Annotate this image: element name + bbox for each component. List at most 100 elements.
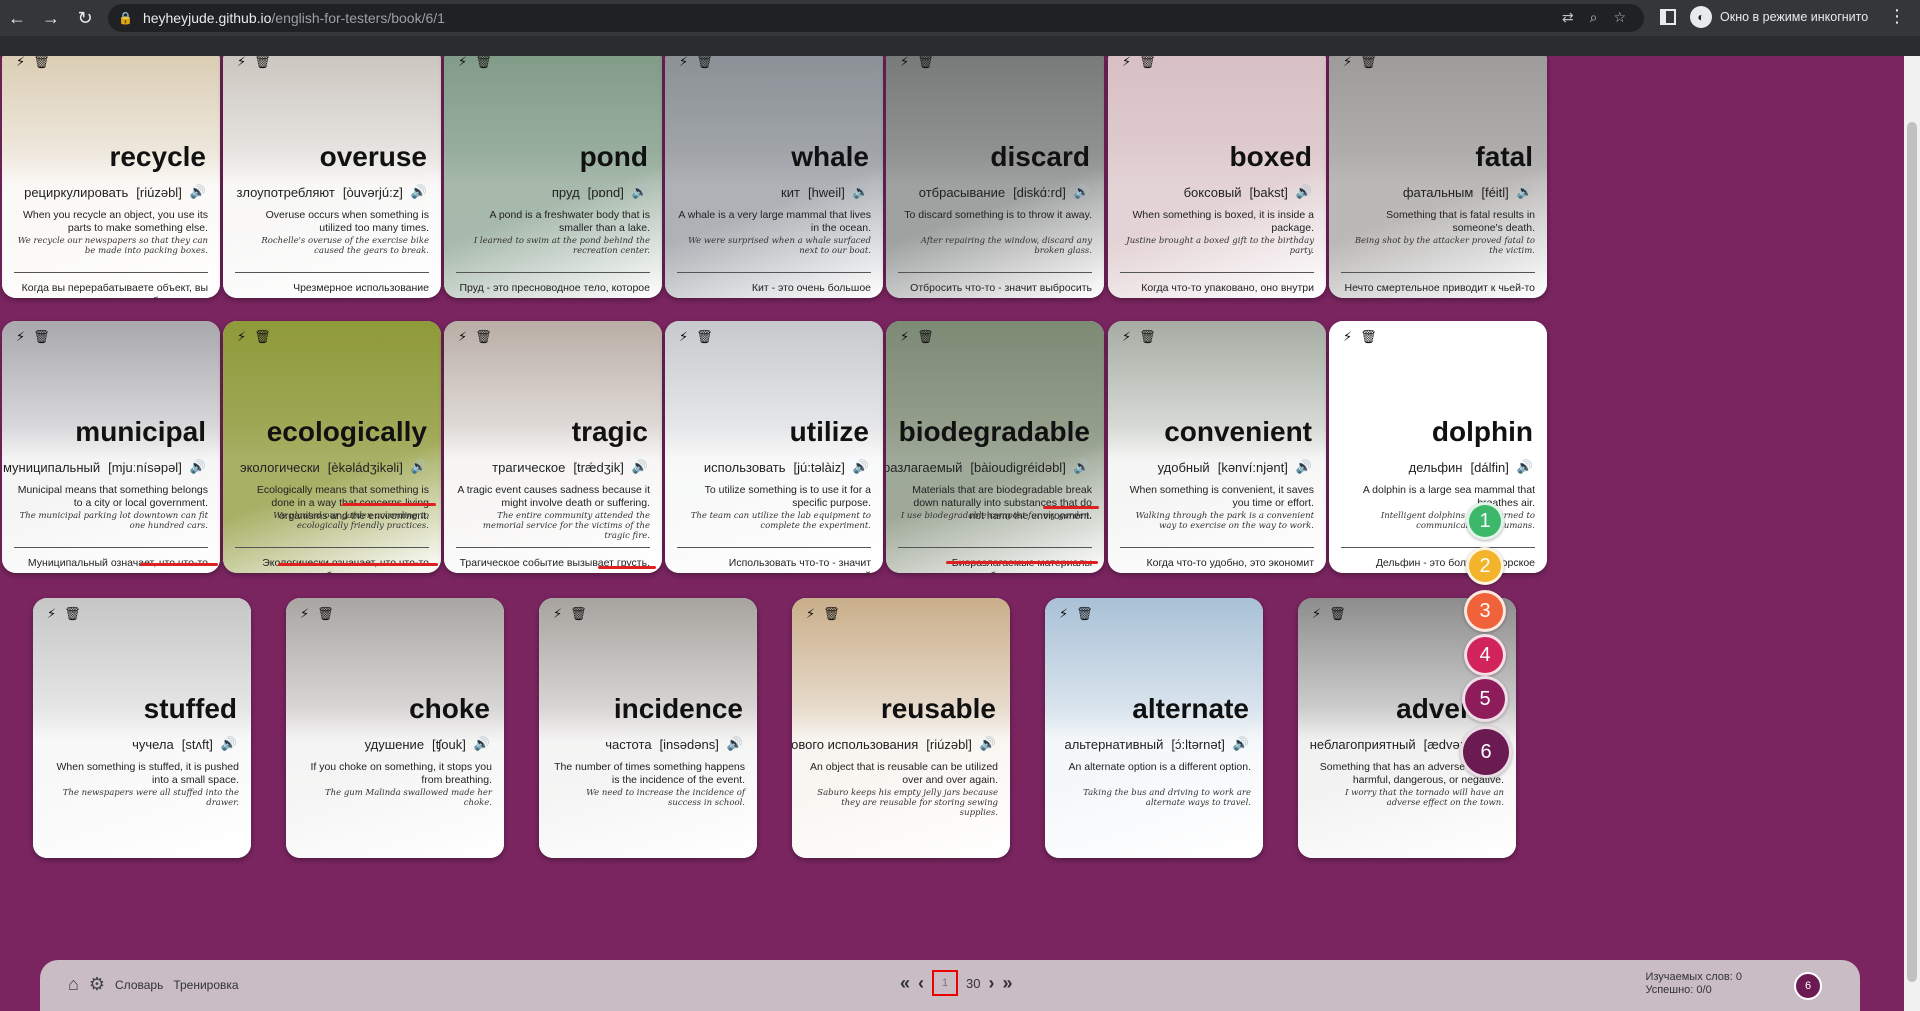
lightning-icon[interactable]: ⚡	[553, 606, 562, 622]
lightning-icon[interactable]: ⚡	[1343, 56, 1352, 70]
lightning-icon[interactable]: ⚡	[1122, 56, 1131, 70]
reload-icon[interactable]: ↻	[68, 0, 102, 36]
lightning-icon[interactable]: ⚡	[47, 606, 56, 622]
speaker-icon[interactable]: 🔊	[474, 736, 490, 752]
speaker-icon[interactable]: 🔊	[632, 459, 648, 475]
lightning-icon[interactable]: ⚡	[1059, 606, 1068, 622]
back-icon[interactable]: ←	[0, 0, 34, 36]
speaker-icon[interactable]: 🔊	[1074, 459, 1090, 475]
next-page-icon[interactable]: ›	[988, 973, 994, 994]
speaker-icon[interactable]: 🔊	[1517, 459, 1533, 475]
word-card[interactable]: ⚡ 🗑 choke удушение [ʧouk] 🔊 If you choke on so…	[286, 598, 504, 858]
word-card[interactable]: ⚡ 🗑 discard отбрасывание [diskɑ́:rd] 🔊 To disc…	[886, 56, 1104, 298]
speaker-icon[interactable]: 🔊	[853, 459, 869, 475]
level-badge[interactable]: 6	[1794, 972, 1822, 1000]
word-card[interactable]: ⚡ 🗑 whale кит [hweil] 🔊 A whale is a very larg…	[665, 56, 883, 298]
word-card[interactable]: ⚡ 🗑 boxed боксовый [bakst] 🔊 When something is…	[1108, 56, 1326, 298]
trash-icon[interactable]: 🗑	[1329, 606, 1346, 622]
trash-icon[interactable]: 🗑	[254, 329, 271, 345]
speaker-icon[interactable]: 🔊	[853, 184, 869, 200]
speaker-icon[interactable]: 🔊	[411, 459, 427, 475]
speaker-icon[interactable]: 🔊	[411, 184, 427, 200]
bookmark-star-icon[interactable]: ☆	[1613, 9, 1626, 26]
speaker-icon[interactable]: 🔊	[632, 184, 648, 200]
speaker-icon[interactable]: 🔊	[980, 736, 996, 752]
trash-icon[interactable]: 🗑	[696, 56, 713, 70]
word-card[interactable]: ⚡ 🗑 ecologically экологически [èkəládʒikəli]…	[223, 321, 441, 573]
trash-icon[interactable]: 🗑	[475, 329, 492, 345]
lightning-icon[interactable]: ⚡	[900, 56, 909, 70]
word-card[interactable]: ⚡ 🗑 fatal фатальным [féitl] 🔊 Something that i…	[1329, 56, 1547, 298]
side-panel-icon[interactable]	[1660, 9, 1676, 25]
word-card[interactable]: ⚡ 🗑 dolphin дельфин [dálfin] 🔊 A dolphin is a …	[1329, 321, 1547, 573]
word-card[interactable]: ⚡ 🗑 incidence частота [insədəns] 🔊 The number …	[539, 598, 757, 858]
word-card[interactable]: ⚡ 🗑 convenient удобный [kənví:njənt] 🔊 When so…	[1108, 321, 1326, 573]
lightning-icon[interactable]: ⚡	[237, 329, 246, 345]
trash-icon[interactable]: 🗑	[33, 329, 50, 345]
lightning-icon[interactable]: ⚡	[1343, 329, 1352, 345]
trash-icon[interactable]: 🗑	[917, 56, 934, 70]
speaker-icon[interactable]: 🔊	[1074, 184, 1090, 200]
lightning-icon[interactable]: ⚡	[237, 56, 246, 70]
trash-icon[interactable]: 🗑	[1076, 606, 1093, 622]
word-card[interactable]: ⚡ 🗑 alternate альтернативный [ɔ́:ltərnət] 🔊 An…	[1045, 598, 1263, 858]
lightning-icon[interactable]: ⚡	[16, 329, 25, 345]
trash-icon[interactable]: 🗑	[823, 606, 840, 622]
address-bar[interactable]: 🔒 heyheyjude.github.io /english-for-test…	[108, 4, 1644, 32]
level-button-3[interactable]: 3	[1464, 590, 1506, 632]
incognito-indicator[interactable]: ◐ Окно в режиме инкогнито	[1690, 6, 1868, 28]
settings-gear-icon[interactable]: ⚙	[89, 974, 105, 995]
translate-icon[interactable]: ⇄	[1562, 9, 1574, 26]
lightning-icon[interactable]: ⚡	[1122, 329, 1131, 345]
trash-icon[interactable]: 🗑	[1360, 329, 1377, 345]
lightning-icon[interactable]: ⚡	[300, 606, 309, 622]
zoom-icon[interactable]: ⌕	[1590, 9, 1598, 26]
trash-icon[interactable]: 🗑	[570, 606, 587, 622]
word-card[interactable]: ⚡ 🗑 tragic трагическое [trǽdʒik] 🔊 A tragic ev…	[444, 321, 662, 573]
current-page-input[interactable]: 1	[932, 970, 959, 996]
word-card[interactable]: ⚡ 🗑 municipal муниципальный [mjuːnísəpəl] 🔊 Mu…	[2, 321, 220, 573]
word-card[interactable]: ⚡ 🗑 stuffed чучела [stʌft] 🔊 When something is…	[33, 598, 251, 858]
word-card[interactable]: ⚡ 🗑 utilize использовать [jú:təlàiz] 🔊 To util…	[665, 321, 883, 573]
scrollbar[interactable]	[1904, 56, 1920, 1011]
lightning-icon[interactable]: ⚡	[679, 329, 688, 345]
word-card[interactable]: ⚡ 🗑 overuse злоупотребляют [òuvərjú:z] 🔊 Overu…	[223, 56, 441, 298]
trash-icon[interactable]: 🗑	[696, 329, 713, 345]
level-button-2[interactable]: 2	[1466, 547, 1504, 585]
lightning-icon[interactable]: ⚡	[679, 56, 688, 70]
trash-icon[interactable]: 🗑	[254, 56, 271, 70]
trash-icon[interactable]: 🗑	[64, 606, 81, 622]
trash-icon[interactable]: 🗑	[33, 56, 50, 70]
word-card[interactable]: ⚡ 🗑 recycle рециркулировать [riúzəbl] 🔊 When y…	[2, 56, 220, 298]
lightning-icon[interactable]: ⚡	[16, 56, 25, 70]
dictionary-link[interactable]: Словарь	[115, 978, 163, 992]
trash-icon[interactable]: 🗑	[317, 606, 334, 622]
lightning-icon[interactable]: ⚡	[806, 606, 815, 622]
level-button-1[interactable]: 1	[1466, 502, 1504, 540]
speaker-icon[interactable]: 🔊	[221, 736, 237, 752]
training-link[interactable]: Тренировка	[173, 978, 238, 992]
speaker-icon[interactable]: 🔊	[1233, 736, 1249, 752]
trash-icon[interactable]: 🗑	[475, 56, 492, 70]
forward-icon[interactable]: →	[34, 0, 68, 36]
word-card[interactable]: ⚡🗑biodegradableбиоразлагаемый[bàioudigré…	[886, 321, 1104, 573]
speaker-icon[interactable]: 🔊	[190, 459, 206, 475]
last-page-icon[interactable]: »	[1002, 973, 1012, 994]
level-button-5[interactable]: 5	[1462, 676, 1508, 722]
word-card[interactable]: ⚡🗑reusableмногоразового использования[ri…	[792, 598, 1010, 858]
lightning-icon[interactable]: ⚡	[1312, 606, 1321, 622]
trash-icon[interactable]: 🗑	[1139, 329, 1156, 345]
word-card[interactable]: ⚡ 🗑 pond пруд [pɒnd] 🔊 A pond is a freshwater …	[444, 56, 662, 298]
trash-icon[interactable]: 🗑	[1360, 56, 1377, 70]
level-button-6[interactable]: 6	[1460, 726, 1512, 778]
lightning-icon[interactable]: ⚡	[458, 56, 467, 70]
first-page-icon[interactable]: «	[900, 973, 910, 994]
lightning-icon[interactable]: ⚡	[458, 329, 467, 345]
speaker-icon[interactable]: 🔊	[1296, 184, 1312, 200]
speaker-icon[interactable]: 🔊	[1517, 184, 1533, 200]
trash-icon[interactable]: 🗑	[1139, 56, 1156, 70]
scrollbar-thumb[interactable]	[1907, 122, 1917, 982]
menu-icon[interactable]: ⋮	[1888, 6, 1906, 27]
speaker-icon[interactable]: 🔊	[1296, 459, 1312, 475]
trash-icon[interactable]: 🗑	[917, 329, 934, 345]
